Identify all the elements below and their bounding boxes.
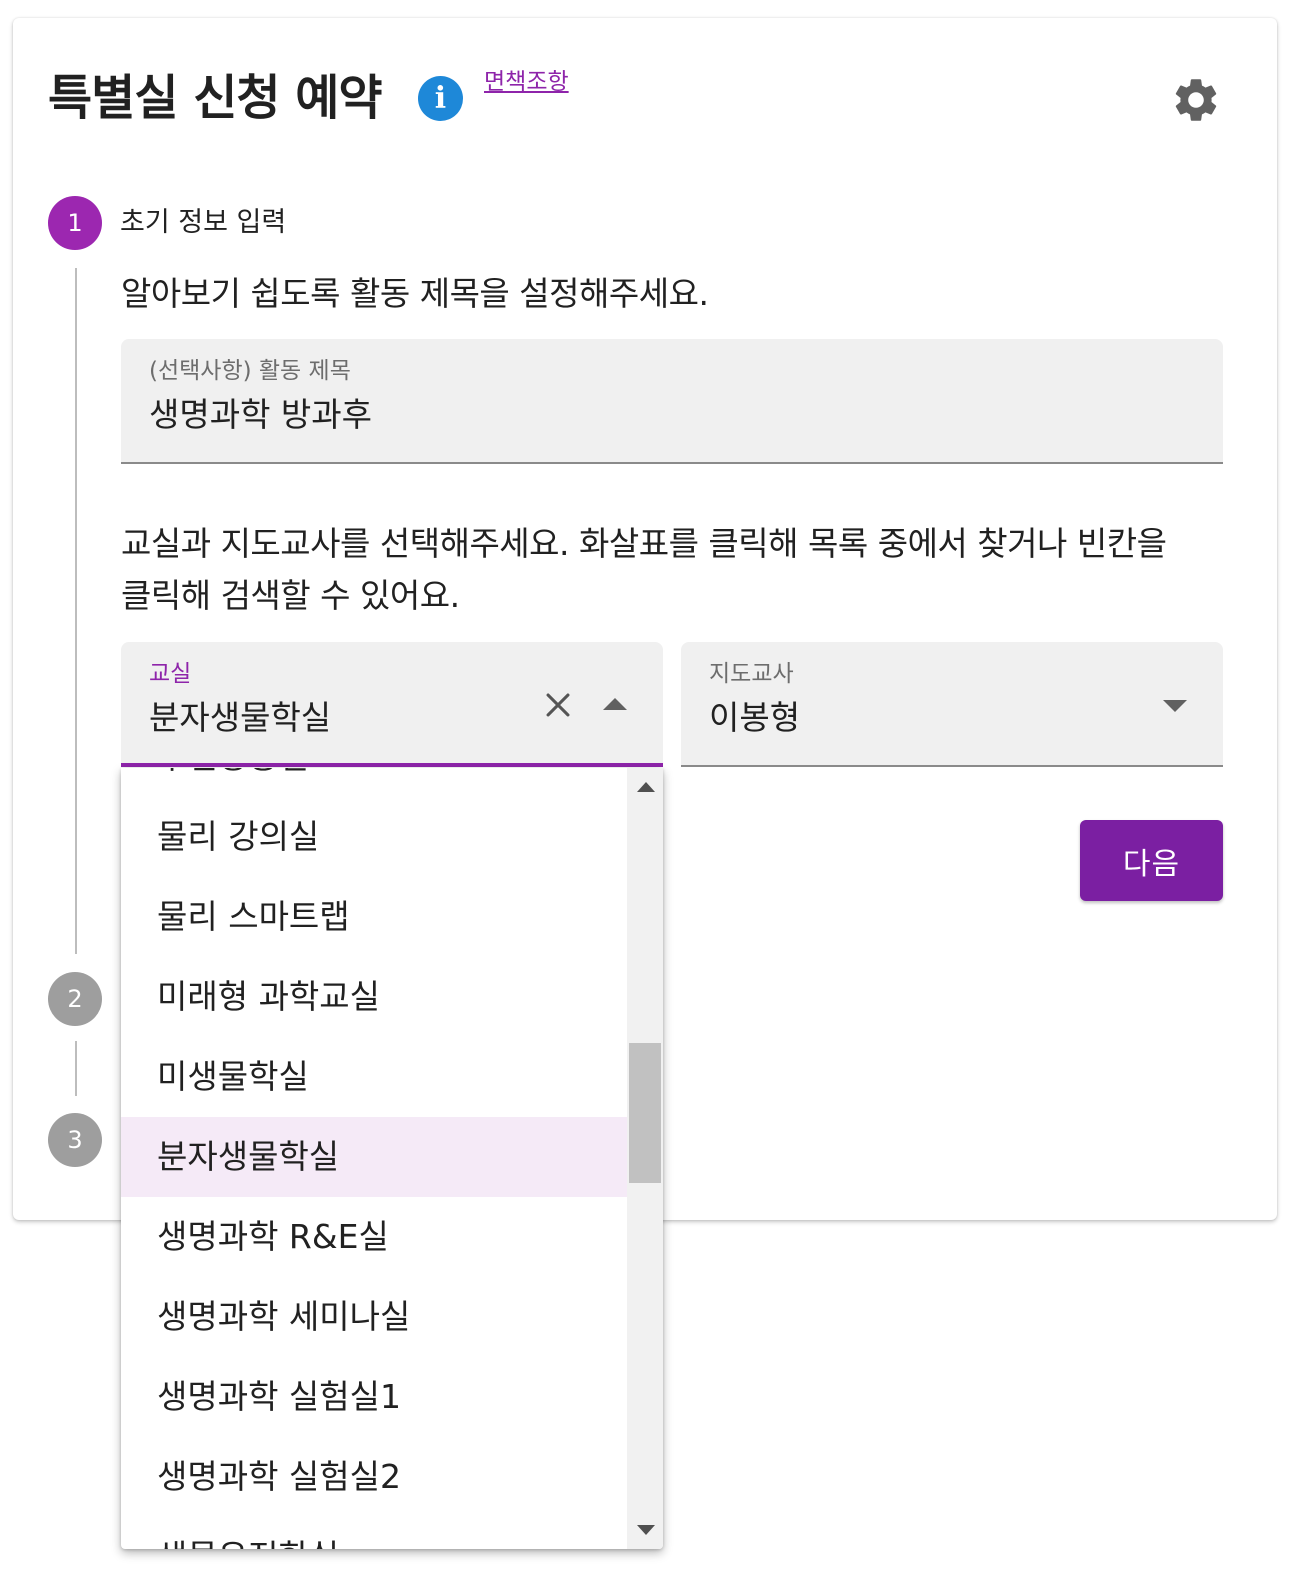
selection-instruction-line2: 클릭해 검색할 수 있어요. — [121, 576, 460, 615]
gear-icon[interactable] — [1170, 74, 1222, 126]
selection-instruction-line1: 교실과 지도교사를 선택해주세요. 화살표를 클릭해 목록 중에서 찾거나 빈칸… — [121, 524, 1167, 563]
page-title: 특별실 신청 예약 — [48, 70, 383, 126]
scroll-thumb[interactable] — [629, 1043, 661, 1183]
dropdown-option[interactable]: 미래형 과학교실 — [121, 957, 627, 1037]
dropdown-option[interactable]: 미생물학실 — [121, 1037, 627, 1117]
dropdown-option[interactable]: 생물유전학실 — [121, 1517, 627, 1549]
next-button[interactable]: 다음 — [1080, 820, 1223, 901]
step-3-indicator: 3 — [48, 1113, 102, 1167]
scroll-down-icon[interactable] — [637, 1525, 655, 1535]
classroom-select[interactable]: 교실 분자생물학실 — [121, 642, 663, 767]
info-icon[interactable]: i — [418, 76, 463, 121]
activity-title-input[interactable]: 생명과학 방과후 — [149, 393, 372, 437]
dropdown-option[interactable]: 생명과학 실험실1 — [121, 1357, 627, 1437]
arrow-down-icon[interactable] — [1163, 700, 1187, 712]
title-instruction: 알아보기 쉽도록 활동 제목을 설정해주세요. — [121, 274, 709, 313]
dropdown-option[interactable]: 무인항공실 — [121, 768, 627, 797]
classroom-dropdown-list: 무인항공실물리 강의실물리 스마트랩미래형 과학교실미생물학실분자생물학실생명과… — [121, 768, 663, 1549]
classroom-label: 교실 — [149, 661, 192, 687]
scroll-up-icon[interactable] — [637, 782, 655, 792]
classroom-input[interactable]: 분자생물학실 — [149, 696, 331, 740]
step-1-indicator: 1 — [48, 196, 102, 250]
teacher-input[interactable]: 이봉형 — [709, 696, 800, 740]
dropdown-options: 무인항공실물리 강의실물리 스마트랩미래형 과학교실미생물학실분자생물학실생명과… — [121, 768, 627, 1549]
arrow-up-icon[interactable] — [603, 698, 627, 710]
dropdown-option[interactable]: 분자생물학실 — [121, 1117, 627, 1197]
dropdown-option[interactable]: 물리 강의실 — [121, 797, 627, 877]
teacher-select[interactable]: 지도교사 이봉형 — [681, 642, 1223, 767]
step-1-label: 초기 정보 입력 — [120, 207, 287, 238]
teacher-label: 지도교사 — [709, 661, 794, 687]
dropdown-scrollbar[interactable] — [627, 768, 663, 1549]
dropdown-option[interactable]: 물리 스마트랩 — [121, 877, 627, 957]
step-connector — [75, 1041, 77, 1096]
dropdown-option[interactable]: 생명과학 실험실2 — [121, 1437, 627, 1517]
activity-title-field[interactable]: (선택사항) 활동 제목 생명과학 방과후 — [121, 339, 1223, 464]
activity-title-label: (선택사항) 활동 제목 — [149, 358, 351, 384]
close-icon[interactable] — [541, 688, 575, 722]
step-2-indicator: 2 — [48, 972, 102, 1026]
disclaimer-link[interactable]: 면책조항 — [484, 67, 569, 97]
dropdown-option[interactable]: 생명과학 R&E실 — [121, 1197, 627, 1277]
step-connector — [75, 268, 77, 954]
dropdown-option[interactable]: 생명과학 세미나실 — [121, 1277, 627, 1357]
